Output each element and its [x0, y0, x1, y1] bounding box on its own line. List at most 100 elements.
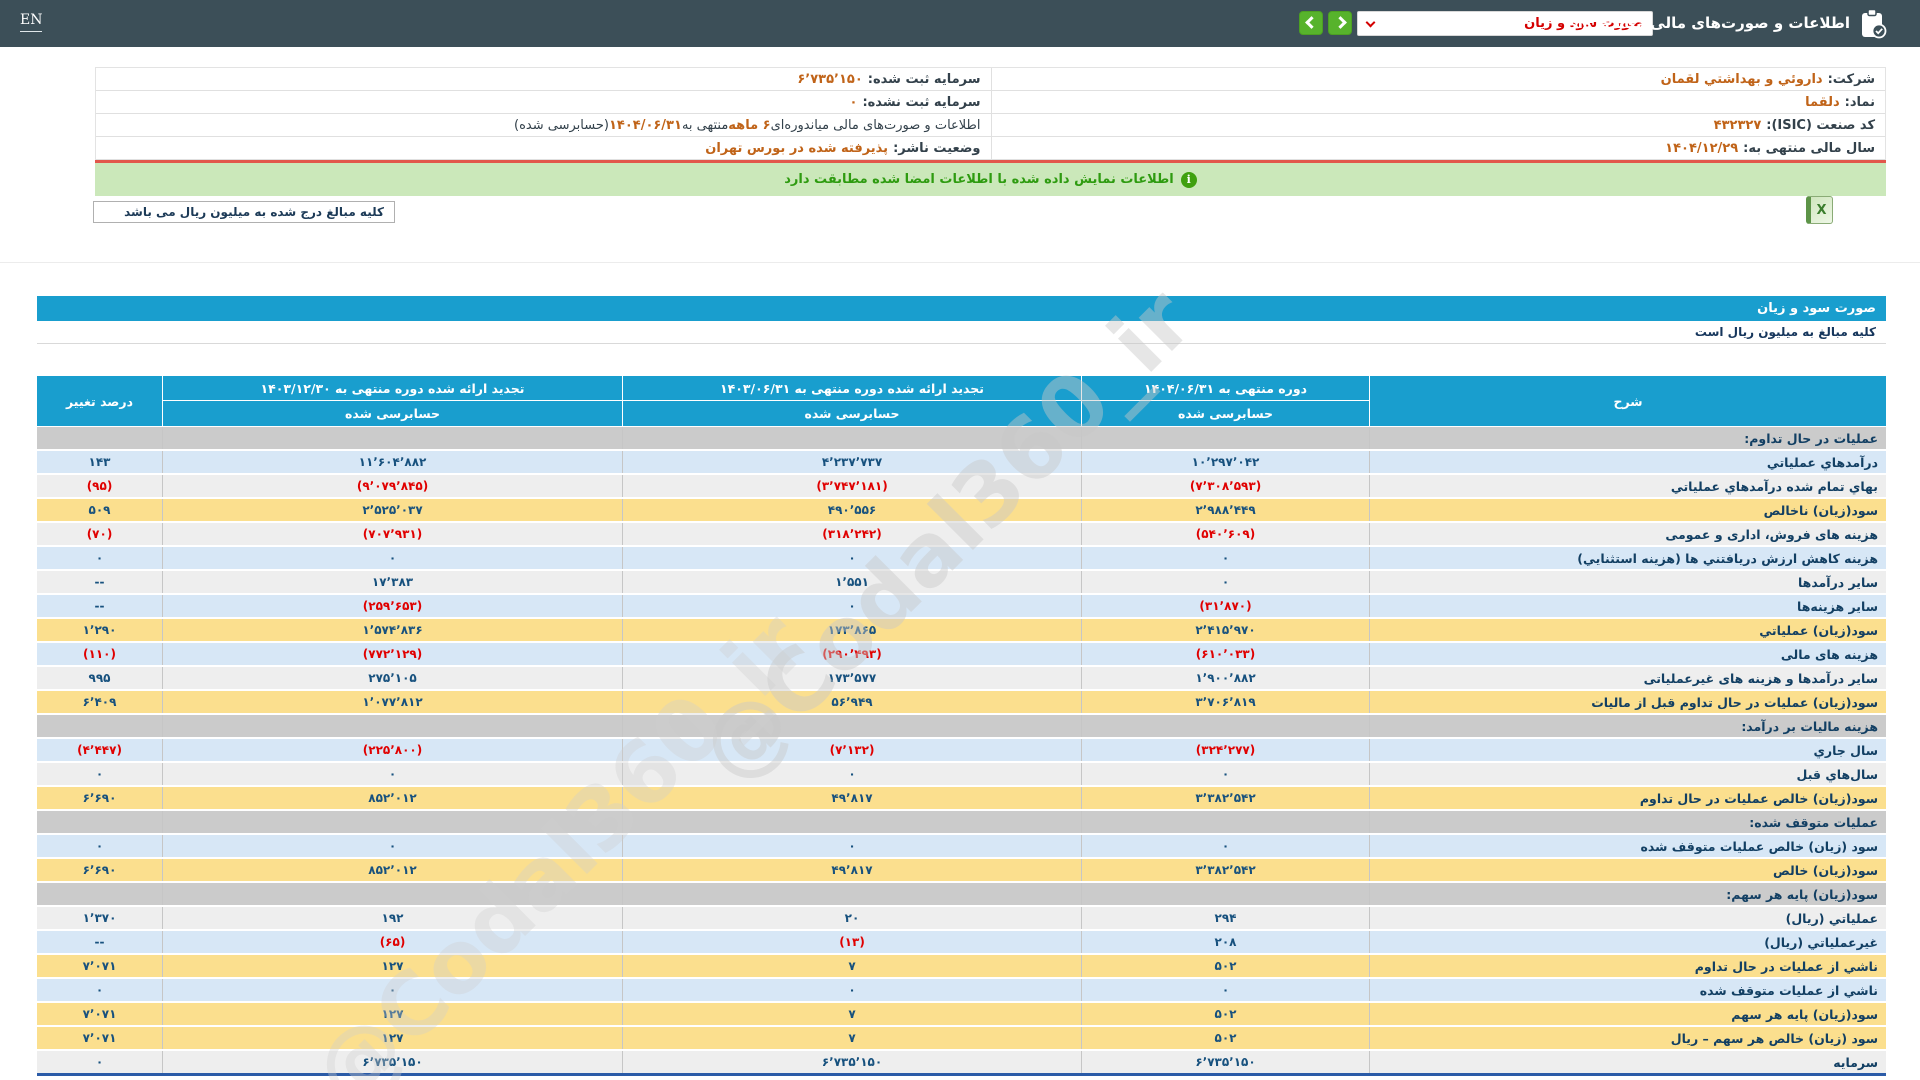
- excel-export-icon[interactable]: [1806, 196, 1833, 224]
- company-cell: نماد: دلقما: [990, 91, 1886, 113]
- previous-report-button[interactable]: [1299, 11, 1323, 35]
- period-value: ۵۰۲: [1081, 1003, 1369, 1025]
- statement-row: سود(زیان) خالص عملیات در حال تداوم ۳٬۳۸۲٬…: [37, 787, 1886, 809]
- statement-row: عملیات متوقف شده:: [37, 811, 1886, 833]
- statement-row: سایر درآمدها و هزینه های غیرعملیاتی ۱٬۹۰۰…: [37, 667, 1886, 689]
- table-header: شرح دوره منتهی به ۱۴۰۴/۰۶/۳۱ تجدید ارائه…: [37, 376, 1886, 426]
- company-value: پذیرفته شده در بورس تهران: [705, 140, 889, 156]
- row-label: ناشي از عملیات متوقف شده: [1369, 979, 1886, 1001]
- period-value: ۱٬۰۷۷٬۸۱۲: [162, 691, 622, 713]
- period-value: ۱٬۹۰۰٬۸۸۲: [1081, 667, 1369, 689]
- company-cell: وضعیت ناشر: پذیرفته شده در بورس تهران: [96, 137, 991, 159]
- company-value: ۶ ماهه: [728, 117, 771, 133]
- row-label: غیرعملیاتي (ریال): [1369, 931, 1886, 953]
- top-bar: EN صورت سود و زیان اطلاعات و صورت‌های ما…: [0, 0, 1920, 47]
- company-value: ۱۴۰۴/۰۶/۳۱: [608, 117, 682, 133]
- period-value: ۲٬۵۲۵٬۰۳۷: [162, 499, 622, 521]
- period-value: ۱۲۷: [162, 1003, 622, 1025]
- change-percent-value: ۷٬۰۷۱: [82, 1031, 117, 1045]
- change-percent-value: (۴٬۴۴۷): [77, 743, 122, 757]
- company-cell: سرمایه ثبت نشده: ۰: [96, 91, 991, 113]
- statement-row: سود (زیان) خالص هر سهم – ریال ۵۰۲ ۷ ۱۲۷ ۷٬۰۷…: [37, 1027, 1886, 1049]
- period-value: ۵۰۲: [1081, 955, 1369, 977]
- period-value: ۱۰٬۲۹۷٬۰۴۲: [1081, 451, 1369, 473]
- period-value: ۰: [622, 547, 1081, 569]
- period-value: ۷: [622, 1027, 1081, 1049]
- company-label: سرمایه ثبت شده:: [867, 71, 981, 87]
- period-value: ۶٬۷۳۵٬۱۵۰: [162, 1051, 622, 1073]
- period-value: ۱۲۷: [162, 1027, 622, 1049]
- row-label: سرمایه: [1369, 1051, 1886, 1073]
- chevron-right-icon: [1333, 16, 1347, 29]
- period-value: ۴٬۲۳۷٬۷۳۷: [622, 451, 1081, 473]
- period-value: ۰: [622, 595, 1081, 617]
- row-label: سود(زیان) عملیات در حال تداوم قبل از مال…: [1369, 691, 1886, 713]
- period-value: [1081, 427, 1369, 449]
- period-value: ۷: [622, 955, 1081, 977]
- row-label: سود(زیان) خالص: [1369, 859, 1886, 881]
- row-label: عملیات در حال تداوم:: [1369, 427, 1886, 449]
- period-value: [622, 883, 1081, 905]
- clipboard-check-icon: [1856, 8, 1890, 44]
- company-value: ۴۳۲۳۲۷: [1713, 117, 1762, 133]
- row-label: هزینه های فروش، اداری و عمومی: [1369, 523, 1886, 545]
- table-body: عملیات در حال تداوم: درآمدهاي عملياتي ۱۰٬۲…: [37, 427, 1886, 1076]
- period-value: ۰: [1081, 547, 1369, 569]
- company-value: داروئي و بهداشتي لقمان: [1660, 71, 1823, 87]
- change-percent-value: (۷۰): [86, 527, 113, 541]
- company-label: منتهی به: [681, 117, 729, 133]
- company-row: کد صنعت (ISIC): ۴۳۲۳۲۷ اطلاعات و صورت‌های …: [96, 114, 1885, 137]
- statement-row: سود(زیان) ناخالص ۲٬۹۸۸٬۴۴۹ ۴۹۰٬۵۵۶ ۲٬۵۲۵٬۰۳…: [37, 499, 1886, 521]
- statement-row: سود(زیان) عملیات در حال تداوم قبل از مال…: [37, 691, 1886, 713]
- statement-row: هزینه های مالی (۶۱۰٬۰۳۳) (۲۹۰٬۴۹۳) (۷۷۲٬۱۲۹…: [37, 643, 1886, 665]
- period-value: ۰: [1081, 571, 1369, 593]
- statement-row: سال‌هاي قبل ۰ ۰ ۰ ۰: [37, 763, 1886, 785]
- statement-row: بهاي تمام شده درآمدهاي عملياتي (۷٬۳۰۸٬۵۹۳…: [37, 475, 1886, 497]
- row-label: سایر درآمدها و هزینه های غیرعملیاتی: [1369, 667, 1886, 689]
- period-value: (۷٬۱۳۲): [622, 739, 1081, 761]
- period-value: (۵۴۰٬۶۰۹): [1081, 523, 1369, 545]
- company-label: اطلاعات و صورت‌های مالی میاندوره‌ای: [770, 117, 981, 133]
- company-label: کد صنعت (ISIC):: [1766, 117, 1875, 133]
- period-value: [162, 883, 622, 905]
- language-switch-en[interactable]: EN: [20, 12, 43, 32]
- period-value: (۷۰۷٬۹۳۱): [162, 523, 622, 545]
- row-label: سود (زیان) خالص عملیات متوقف شده: [1369, 835, 1886, 857]
- row-label: سال جاري: [1369, 739, 1886, 761]
- change-percent-value: ۰: [95, 767, 104, 781]
- company-cell: شرکت: داروئي و بهداشتي لقمان: [990, 68, 1886, 90]
- period-value: ۱۲۷: [162, 955, 622, 977]
- period-value: ۰: [162, 979, 622, 1001]
- period-value: (۹٬۰۷۹٬۸۴۵): [162, 475, 622, 497]
- period-value: ۱٬۵۵۱: [622, 571, 1081, 593]
- company-row: شرکت: داروئي و بهداشتي لقمان سرمایه ثبت شد…: [96, 68, 1885, 91]
- period-value: ۰: [622, 979, 1081, 1001]
- period-value: ۱۱٬۶۰۴٬۸۸۲: [162, 451, 622, 473]
- period-value: ۶٬۷۳۵٬۱۵۰: [622, 1051, 1081, 1073]
- row-label: سود(زیان) پایه هر سهم:: [1369, 883, 1886, 905]
- period-value: ۰: [1081, 763, 1369, 785]
- period-value: ۳٬۳۸۲٬۵۴۲: [1081, 859, 1369, 881]
- period-value: (۲۵۹٬۶۵۳): [162, 595, 622, 617]
- row-label: هزینه مالیات بر درآمد:: [1369, 715, 1886, 737]
- period-value: ۸۵۲٬۰۱۲: [162, 787, 622, 809]
- company-cell: کد صنعت (ISIC): ۴۳۲۳۲۷: [990, 114, 1886, 136]
- period-value: ۰: [1081, 835, 1369, 857]
- period-value: [1081, 883, 1369, 905]
- next-report-button[interactable]: [1328, 11, 1352, 35]
- change-percent-value: [37, 715, 162, 737]
- company-cell: اطلاعات و صورت‌های مالی میاندوره‌ای ۶ ما…: [96, 114, 991, 136]
- period-value: (۱۳): [622, 931, 1081, 953]
- change-percent-value: ۰: [95, 839, 104, 853]
- header-period-restated-2: تجدید ارائه شده دوره منتهی به ۱۴۰۳/۱۲/۳۰: [162, 376, 622, 401]
- change-percent-value: ۰: [95, 983, 104, 997]
- period-value: [162, 427, 622, 449]
- header-change-percent: درصد تغییر: [37, 376, 162, 426]
- period-value: ۱۷۳٬۵۷۷: [622, 667, 1081, 689]
- period-value: (۲۹۰٬۴۹۳): [622, 643, 1081, 665]
- change-percent-value: ۷٬۰۷۱: [82, 959, 117, 973]
- row-label: سود (زیان) خالص هر سهم – ریال: [1369, 1027, 1886, 1049]
- statement-row: عملیاتي (ریال) ۲۹۴ ۲۰ ۱۹۲ ۱٬۳۷۰: [37, 907, 1886, 929]
- row-label: هزینه های مالی: [1369, 643, 1886, 665]
- period-value: ۳٬۷۰۶٬۸۱۹: [1081, 691, 1369, 713]
